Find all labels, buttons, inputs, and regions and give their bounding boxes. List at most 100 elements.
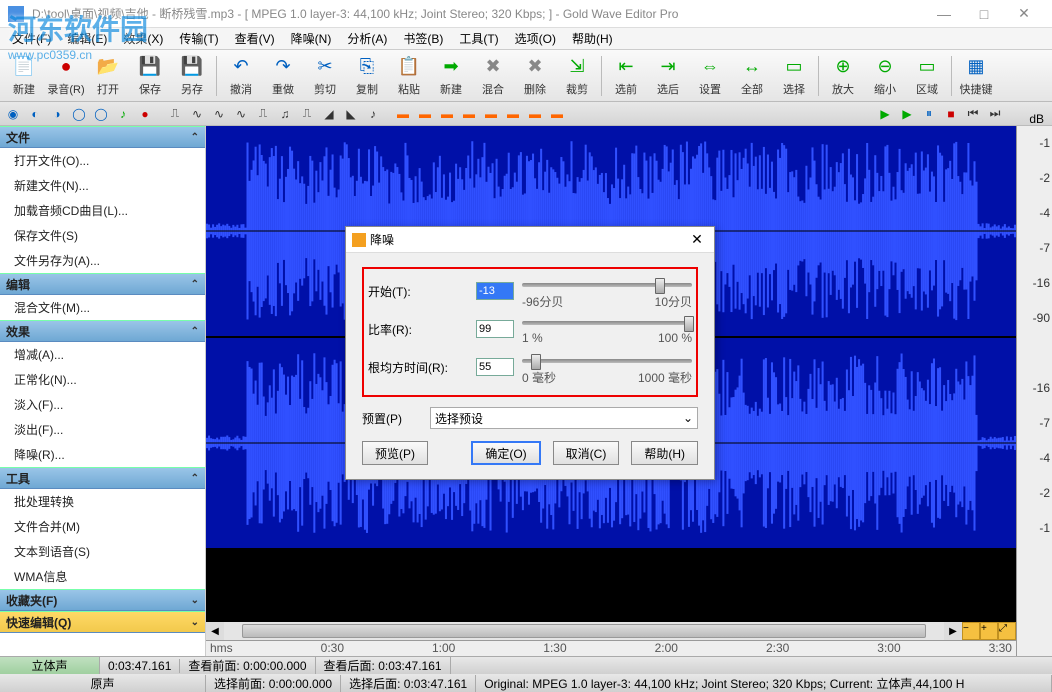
tb-new[interactable]: 📄新建 (4, 52, 44, 100)
menu-view[interactable]: 查看(V) (227, 28, 283, 49)
menu-transport[interactable]: 传输(T) (171, 28, 226, 49)
sub-icon[interactable]: ◐ (26, 105, 44, 123)
sidebar-item[interactable]: 淡出(F)... (0, 417, 205, 442)
pause-icon[interactable]: ⏸ (920, 105, 938, 123)
menu-denoise[interactable]: 降噪(N) (283, 28, 340, 49)
tb-zoomin[interactable]: ⊕放大 (823, 52, 863, 100)
tb-saveas[interactable]: 💾另存 (172, 52, 212, 100)
sub-icon[interactable]: ◣ (342, 105, 360, 123)
sidebar-item[interactable]: 新建文件(N)... (0, 173, 205, 198)
tb-record[interactable]: ●录音(R) (46, 52, 86, 100)
tb-paste[interactable]: 📋粘贴 (389, 52, 429, 100)
ratio-slider[interactable]: 1 %100 % (522, 315, 692, 343)
sub-icon[interactable]: ● (136, 105, 154, 123)
tb-redo[interactable]: ↷重做 (263, 52, 303, 100)
minimize-button[interactable]: — (924, 0, 964, 28)
tb-shortcuts[interactable]: ▦快捷键 (956, 52, 996, 100)
horizontal-scrollbar[interactable]: ◀ ▶ − + ⤢ (206, 622, 1016, 640)
sub-icon[interactable]: ∿ (232, 105, 250, 123)
tb-zoomout[interactable]: ⊖缩小 (865, 52, 905, 100)
sidebar-item[interactable]: 打开文件(O)... (0, 148, 205, 173)
menu-file[interactable]: 文件(F) (4, 28, 59, 49)
sidebar-item[interactable]: 加载音频CD曲目(L)... (0, 198, 205, 223)
scroll-thumb[interactable] (242, 624, 926, 638)
ratio-input[interactable] (476, 320, 514, 338)
next-icon[interactable]: ⏭ (986, 105, 1004, 123)
tb-crop[interactable]: ⇲裁剪 (557, 52, 597, 100)
sub-icon[interactable]: ⎍ (298, 105, 316, 123)
zoom-fit-btn[interactable]: ⤢ (998, 622, 1016, 640)
rms-slider[interactable]: 0 毫秒1000 毫秒 (522, 353, 692, 381)
sub-icon[interactable]: ▬ (460, 105, 478, 123)
tb-selstart[interactable]: ⇤选前 (606, 52, 646, 100)
sub-icon[interactable]: ∿ (188, 105, 206, 123)
sidebar-item[interactable]: 文本到语音(S) (0, 539, 205, 564)
ok-button[interactable]: 确定(O) (471, 441, 540, 465)
start-input[interactable] (476, 282, 514, 300)
sub-icon[interactable]: ∿ (210, 105, 228, 123)
panel-file-header[interactable]: 文件⌃ (0, 126, 205, 148)
tb-selend[interactable]: ⇥选后 (648, 52, 688, 100)
menu-analyze[interactable]: 分析(A) (339, 28, 395, 49)
menu-tools[interactable]: 工具(T) (451, 28, 506, 49)
preview-button[interactable]: 预览(P) (362, 441, 428, 465)
tb-select[interactable]: ▭选择 (774, 52, 814, 100)
tb-mix[interactable]: ✖混合 (473, 52, 513, 100)
scroll-right[interactable]: ▶ (944, 622, 962, 640)
preset-select[interactable]: 选择预设 ⌄ (430, 407, 698, 429)
sidebar-item[interactable]: 降噪(R)... (0, 442, 205, 467)
sidebar-item[interactable]: 文件另存为(A)... (0, 248, 205, 273)
sub-icon[interactable]: ♪ (364, 105, 382, 123)
sub-icon[interactable]: ▬ (438, 105, 456, 123)
sub-icon[interactable]: ▬ (416, 105, 434, 123)
menu-help[interactable]: 帮助(H) (564, 28, 621, 49)
menu-effects[interactable]: 效果(X) (115, 28, 171, 49)
sub-icon[interactable]: ♪ (114, 105, 132, 123)
panel-favorites-header[interactable]: 收藏夹(F)⌄ (0, 589, 205, 611)
tb-save[interactable]: 💾保存 (130, 52, 170, 100)
sub-icon[interactable]: ⎍ (166, 105, 184, 123)
sidebar-item[interactable]: WMA信息 (0, 564, 205, 589)
zoom-in-btn[interactable]: + (980, 622, 998, 640)
tb-settings[interactable]: ⇔设置 (690, 52, 730, 100)
sub-icon[interactable]: ▬ (482, 105, 500, 123)
sub-icon[interactable]: ▬ (526, 105, 544, 123)
menu-bookmarks[interactable]: 书签(B) (395, 28, 451, 49)
menu-options[interactable]: 选项(O) (507, 28, 564, 49)
sub-icon[interactable]: ⎍ (254, 105, 272, 123)
sidebar-item[interactable]: 混合文件(M)... (0, 295, 205, 320)
rms-input[interactable] (476, 358, 514, 376)
sub-icon[interactable]: ♫ (276, 105, 294, 123)
help-button[interactable]: 帮助(H) (631, 441, 698, 465)
panel-edit-header[interactable]: 编辑⌃ (0, 273, 205, 295)
sub-icon[interactable]: ▬ (548, 105, 566, 123)
play2-icon[interactable]: ▶ (898, 105, 916, 123)
sidebar-item[interactable]: 淡入(F)... (0, 392, 205, 417)
sidebar-item[interactable]: 保存文件(S) (0, 223, 205, 248)
close-button[interactable]: ✕ (1004, 0, 1044, 28)
sidebar-item[interactable]: 正常化(N)... (0, 367, 205, 392)
tb-copy[interactable]: ⎘复制 (347, 52, 387, 100)
tb-undo[interactable]: ↶撤消 (221, 52, 261, 100)
tb-region[interactable]: ▭区域 (907, 52, 947, 100)
panel-tools-header[interactable]: 工具⌃ (0, 467, 205, 489)
tb-all[interactable]: ↔全部 (732, 52, 772, 100)
sub-icon[interactable]: ◑ (48, 105, 66, 123)
scroll-left[interactable]: ◀ (206, 622, 224, 640)
sub-icon[interactable]: ◯ (92, 105, 110, 123)
start-slider[interactable]: -96分贝10分贝 (522, 277, 692, 305)
prev-icon[interactable]: ⏮ (964, 105, 982, 123)
dialog-titlebar[interactable]: 降噪 ✕ (346, 227, 714, 253)
sub-icon[interactable]: ◢ (320, 105, 338, 123)
tb-cut[interactable]: ✂剪切 (305, 52, 345, 100)
sidebar-item[interactable]: 增减(A)... (0, 342, 205, 367)
zoom-out-btn[interactable]: − (962, 622, 980, 640)
menu-edit[interactable]: 编辑(E) (59, 28, 115, 49)
panel-quickedit-header[interactable]: 快速编辑(Q)⌄ (0, 611, 205, 633)
sub-icon[interactable]: ▬ (504, 105, 522, 123)
sub-icon[interactable]: ◉ (4, 105, 22, 123)
play-icon[interactable]: ▶ (876, 105, 894, 123)
dialog-close-button[interactable]: ✕ (686, 231, 708, 248)
tb-open[interactable]: 📂打开 (88, 52, 128, 100)
sidebar-item[interactable]: 文件合并(M) (0, 514, 205, 539)
